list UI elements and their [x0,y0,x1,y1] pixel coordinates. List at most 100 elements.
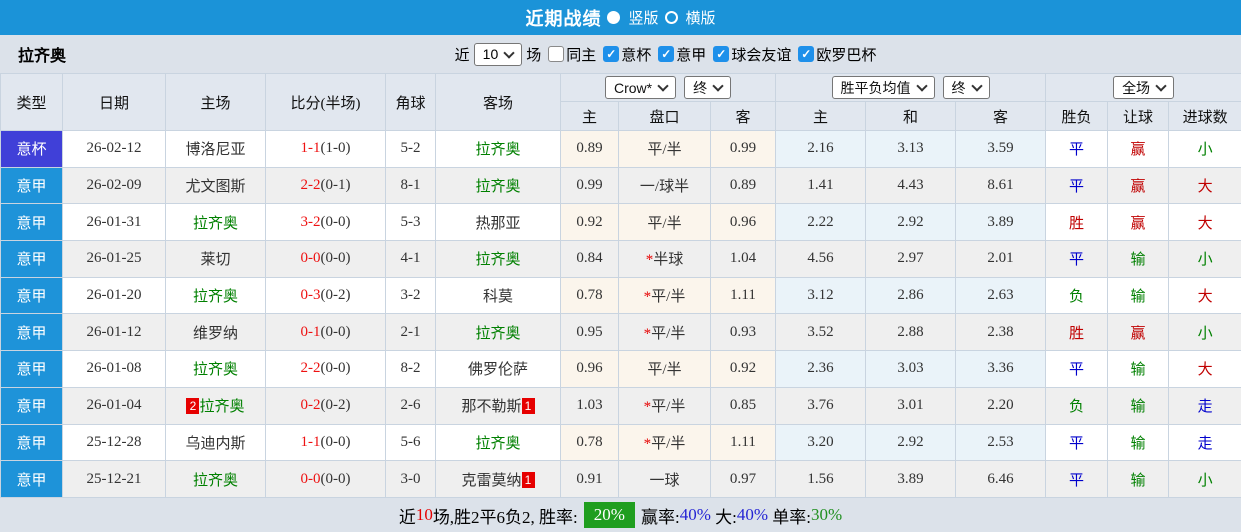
filter-bar: 拉齐奥 近 10 场 同主 意杯 意甲 球会友谊 欧罗巴杯 [0,35,1241,73]
filter-checkbox-label[interactable]: 意杯 [621,44,651,65]
corner-score: 2-6 [385,386,436,425]
handicap-cell: *平/半 [618,276,711,315]
home-team-name: 博洛尼亚 [185,142,246,159]
result-cell: 平 [1045,130,1109,168]
sub-header-handicap-result: 让球 [1107,101,1170,131]
sub-header-result: 胜负 [1045,101,1109,131]
recent-count-select[interactable]: 10 [473,42,523,66]
crow-away-odds: 0.93 [709,313,777,352]
sub-header-goals: 进球数 [1168,101,1241,131]
page-title: 近期战绩 [525,8,602,29]
avg-away-odds: 2.63 [955,276,1047,315]
summary-segment: 10 [415,505,433,525]
fulltime-score: 1-1 [300,433,321,450]
filter-checkbox-1[interactable] [603,46,620,62]
filter-checkbox-3[interactable] [713,46,730,62]
handicap-text: 平/半 [651,325,686,342]
home-team-name: 拉齐奥 [199,399,245,416]
avg-away-odds: 2.53 [955,423,1047,462]
fulltime-score: 2-2 [300,177,321,194]
crow-away-odds: 1.11 [709,276,777,315]
filter-checkbox-label[interactable]: 同主 [566,44,596,65]
fulltime-score: 0-1 [300,323,321,340]
filter-checkbox-0[interactable] [548,46,565,62]
summary-segment: 大: [710,507,737,527]
table-row: 意甲 26-01-08 拉齐奥 2-2(0-0) 8-2 佛罗伦萨 0.96 平… [0,350,1241,388]
away-rank-badge: 1 [521,471,535,488]
sub-header-crow-home: 主 [560,101,619,131]
table-row: 意甲 26-02-09 尤文图斯 2-2(0-1) 8-1 拉齐奥 0.99 一… [0,166,1241,205]
crow-home-odds: 0.78 [560,276,619,315]
away-team-name: 拉齐奥 [475,252,521,269]
fulltime-score: 1-1 [300,140,321,157]
home-team-cell: 拉齐奥 [165,460,266,498]
match-date: 25-12-21 [62,460,166,498]
bookmaker-select[interactable]: Crow* [604,76,677,99]
fullmatch-select[interactable]: 全场 [1113,76,1175,99]
recent-matches-table: 类型 日期 主场 比分(半场) 角球 客场 Crow* 终 胜平负均值 终 全场 [0,73,1241,498]
sub-header-avg-draw: 和 [865,101,957,131]
home-team-cell: 博洛尼亚 [165,130,266,168]
summary-segment: 20% [583,502,635,529]
crow-home-odds: 0.84 [560,240,619,278]
match-type-badge: 意甲 [0,276,63,315]
handicap-result-cell: 输 [1107,276,1170,315]
col-header-corner: 角球 [385,73,436,131]
handicap-result-cell: 赢 [1107,130,1170,168]
away-team-cell: 拉齐奥 [435,166,561,205]
result-cell: 负 [1045,276,1109,315]
handicap-result-cell: 赢 [1107,203,1170,242]
home-team-name: 尤文图斯 [185,179,246,196]
handicap-text: 一球 [649,472,680,489]
avg-final-select[interactable]: 终 [942,76,990,99]
radio-vertical-label[interactable]: 竖版 [628,7,658,28]
away-team-cell: 科莫 [435,276,561,315]
col-header-score: 比分(半场) [265,73,386,131]
away-team-cell: 克雷莫纳 1 [435,460,561,498]
handicap-result-cell: 赢 [1107,313,1170,352]
avg-select[interactable]: 胜平负均值 [831,76,935,99]
handicap-result-cell: 输 [1107,386,1170,425]
halftime-score: (0-0) [320,250,351,267]
goals-cell: 大 [1168,166,1241,205]
handicap-cell: 一/球半 [618,166,711,205]
goals-cell: 小 [1168,313,1241,352]
summary-segment: 40% [679,505,711,525]
avg-home-odds: 2.22 [775,203,867,242]
fulltime-score: 0-2 [300,397,321,414]
avg-home-odds: 3.12 [775,276,867,315]
summary-segment: 单率: [768,507,812,527]
radio-horizontal[interactable] [664,11,678,24]
away-team-name: 拉齐奥 [475,142,521,159]
filter-checkbox-4[interactable] [798,46,815,62]
filter-checkbox-2[interactable] [658,46,675,62]
home-team-name: 莱切 [200,252,231,269]
crow-final-select[interactable]: 终 [684,76,732,99]
corner-score: 2-1 [385,313,436,352]
filter-checkbox-label[interactable]: 球会友谊 [731,44,791,65]
radio-horizontal-label[interactable]: 横版 [686,7,716,28]
handicap-result-cell: 输 [1107,423,1170,462]
corner-score: 5-6 [385,423,436,462]
summary-segment: 场,胜2平6负2, 胜率: [432,507,578,527]
match-type-badge: 意甲 [0,460,63,498]
away-team-name: 拉齐奥 [475,325,521,342]
home-team-cell: 莱切 [165,240,266,278]
goals-cell: 大 [1168,350,1241,388]
radio-vertical[interactable] [607,11,621,24]
crow-home-odds: 0.78 [560,423,619,462]
result-cell: 平 [1045,166,1109,205]
filter-checkbox-label[interactable]: 欧罗巴杯 [816,44,876,65]
score-cell: 1-1(1-0) [265,130,386,168]
filter-checkbox-label[interactable]: 意甲 [676,44,706,65]
col-header-type: 类型 [0,73,63,131]
home-team-name: 拉齐奥 [192,289,238,306]
halftime-score: (1-0) [320,140,351,157]
handicap-result-cell: 输 [1107,460,1170,498]
avg-home-odds: 2.16 [775,130,867,168]
avg-home-odds: 3.76 [775,386,867,425]
home-team-cell: 拉齐奥 [165,203,266,242]
summary-segment: 40% [736,505,769,525]
matches-label: 场 [526,47,542,64]
avg-draw-odds: 3.01 [865,386,957,425]
